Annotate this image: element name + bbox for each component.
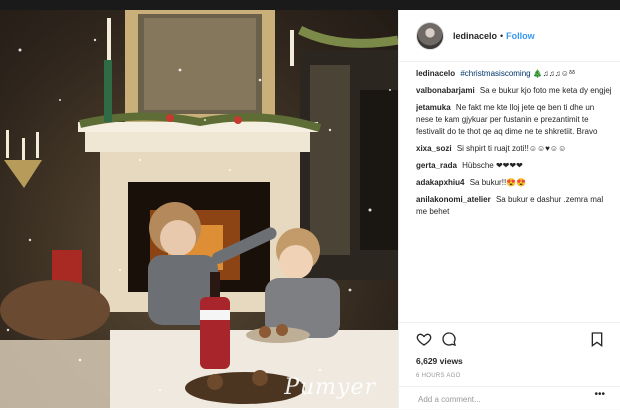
- header-username[interactable]: ledinacelo: [453, 31, 497, 41]
- follow-button[interactable]: Follow: [506, 31, 535, 41]
- photo-illustration: [0, 10, 398, 408]
- comment-list: ledinacelo #christmasiscoming 🎄♫♫♫☺ᵟᵟ va…: [416, 68, 612, 320]
- comment-username[interactable]: gerta_rada: [416, 161, 457, 170]
- watermark-text: Pumyer: [284, 375, 376, 400]
- post-sidebar: ledinacelo • Follow ledinacelo #christma…: [398, 10, 620, 408]
- bookmark-icon[interactable]: [589, 331, 605, 347]
- comment-input[interactable]: [416, 392, 580, 407]
- view-count: 6,629 views: [416, 356, 463, 366]
- comment-item: jetamuka Ne fakt me kte lloj jete qe ben…: [416, 102, 612, 138]
- post-photo[interactable]: Pumyer: [0, 10, 398, 408]
- comment-text: Sa e bukur kjo foto me keta dy engjej: [479, 86, 612, 95]
- add-comment-bar: •••: [399, 386, 620, 410]
- comment-username[interactable]: adakapxhiu4: [416, 178, 464, 187]
- comment-text: Hübsche ❤❤❤❤: [462, 161, 523, 170]
- comment-username[interactable]: jetamuka: [416, 103, 451, 112]
- comment-text: Si shpirt ti ruajt zoti!!☺☺♥☺☺: [456, 144, 567, 153]
- comment-item: anilakonomi_atelier Sa bukur e dashur .z…: [416, 194, 612, 218]
- comment-username[interactable]: anilakonomi_atelier: [416, 195, 491, 204]
- separator-dot: •: [500, 30, 504, 41]
- comment-item: valbonabarjami Sa e bukur kjo foto me ke…: [416, 85, 612, 97]
- heart-icon[interactable]: [416, 331, 432, 347]
- more-icon[interactable]: •••: [594, 389, 605, 400]
- comment-username[interactable]: xixa_sozi: [416, 144, 452, 153]
- caption-username[interactable]: ledinacelo: [416, 69, 455, 78]
- caption-hashtag[interactable]: #christmasiscoming: [460, 69, 530, 78]
- comment-username[interactable]: valbonabarjami: [416, 86, 475, 95]
- comment-item: gerta_rada Hübsche ❤❤❤❤: [416, 160, 612, 172]
- caption-emoji: 🎄♫♫♫☺ᵟᵟ: [532, 69, 576, 78]
- caption: ledinacelo #christmasiscoming 🎄♫♫♫☺ᵟᵟ: [416, 68, 612, 80]
- top-bar: [0, 0, 620, 10]
- action-bar: 6,629 views 6 HOURS AGO •••: [399, 322, 620, 409]
- post-header: ledinacelo • Follow: [399, 10, 620, 62]
- comment-icon[interactable]: [441, 331, 457, 347]
- post-time: 6 HOURS AGO: [416, 373, 461, 379]
- avatar[interactable]: [416, 21, 444, 50]
- comment-item: xixa_sozi Si shpirt ti ruajt zoti!!☺☺♥☺☺: [416, 143, 612, 155]
- comment-item: adakapxhiu4 Sa bukur!!😍😍: [416, 177, 612, 189]
- comment-text: Sa bukur!!😍😍: [469, 178, 527, 187]
